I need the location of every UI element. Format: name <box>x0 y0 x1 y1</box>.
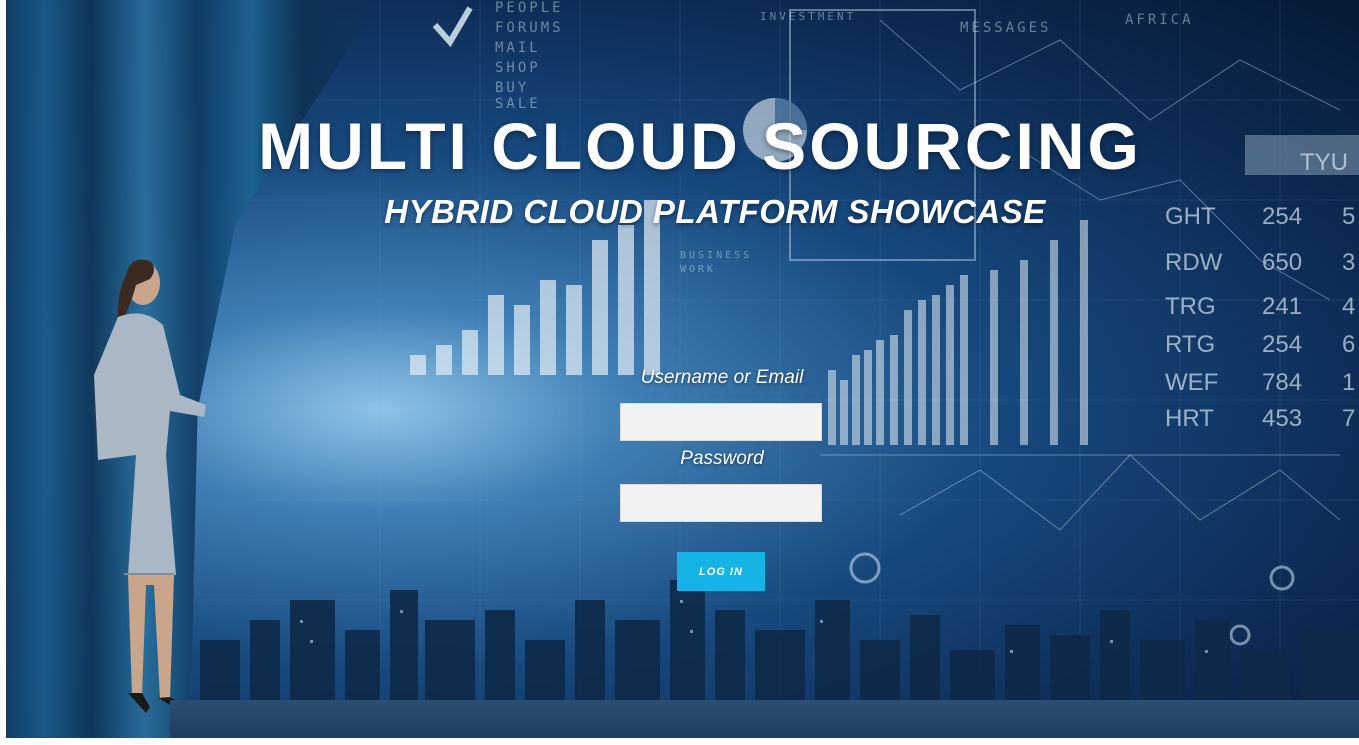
woman-figure-illustration <box>94 259 206 713</box>
login-page: PEOPLE FORUMS MAIL SHOP BUY SALE INVESTM… <box>0 0 1359 745</box>
bg-word-buy: BUY <box>495 80 529 96</box>
bg-table-cell: 6 <box>1342 331 1355 358</box>
bg-word-people: PEOPLE <box>495 0 564 16</box>
bg-word-messages: MESSAGES <box>960 20 1051 36</box>
bg-word-forums: FORUMS <box>495 20 564 36</box>
bg-table-cell: 4 <box>1342 293 1355 320</box>
password-input[interactable] <box>620 484 822 522</box>
page-title: MULTI CLOUD SOURCING <box>258 109 1142 183</box>
bg-word-work: WORK <box>680 264 716 275</box>
bg-table-cell: 453 <box>1262 405 1302 432</box>
bg-table-cell: RDW <box>1165 249 1223 276</box>
password-label: Password <box>680 448 764 469</box>
bg-word-shop: SHOP <box>495 60 541 76</box>
bg-table-cell: RTG <box>1165 331 1215 358</box>
bg-table-cell: 1 <box>1342 369 1355 396</box>
bg-table-cell: 254 <box>1262 331 1302 358</box>
bg-word-investment: INVESTMENT <box>760 10 856 23</box>
bg-table-cell: 7 <box>1342 405 1355 432</box>
bg-table-cell: 3 <box>1342 249 1355 276</box>
bg-table-cell: WEF <box>1165 369 1218 396</box>
bg-table-cell: HRT <box>1165 405 1214 432</box>
bg-word-mail: MAIL <box>495 40 541 56</box>
bg-word-africa: AFRICA <box>1125 12 1194 28</box>
bg-table-cell: TRG <box>1165 293 1216 320</box>
bg-table-cell: 241 <box>1262 293 1302 320</box>
username-input[interactable] <box>620 403 822 441</box>
login-button[interactable]: LOG IN <box>677 552 765 591</box>
bg-table-cell: 650 <box>1262 249 1302 276</box>
username-label: Username or Email <box>640 367 804 388</box>
bg-table-cell: 784 <box>1262 369 1302 396</box>
bottom-border <box>0 738 1359 745</box>
bg-word-business: BUSINESS <box>680 250 752 261</box>
left-border <box>0 0 6 745</box>
page-subtitle: HYBRID CLOUD PLATFORM SHOWCASE <box>384 193 1046 230</box>
